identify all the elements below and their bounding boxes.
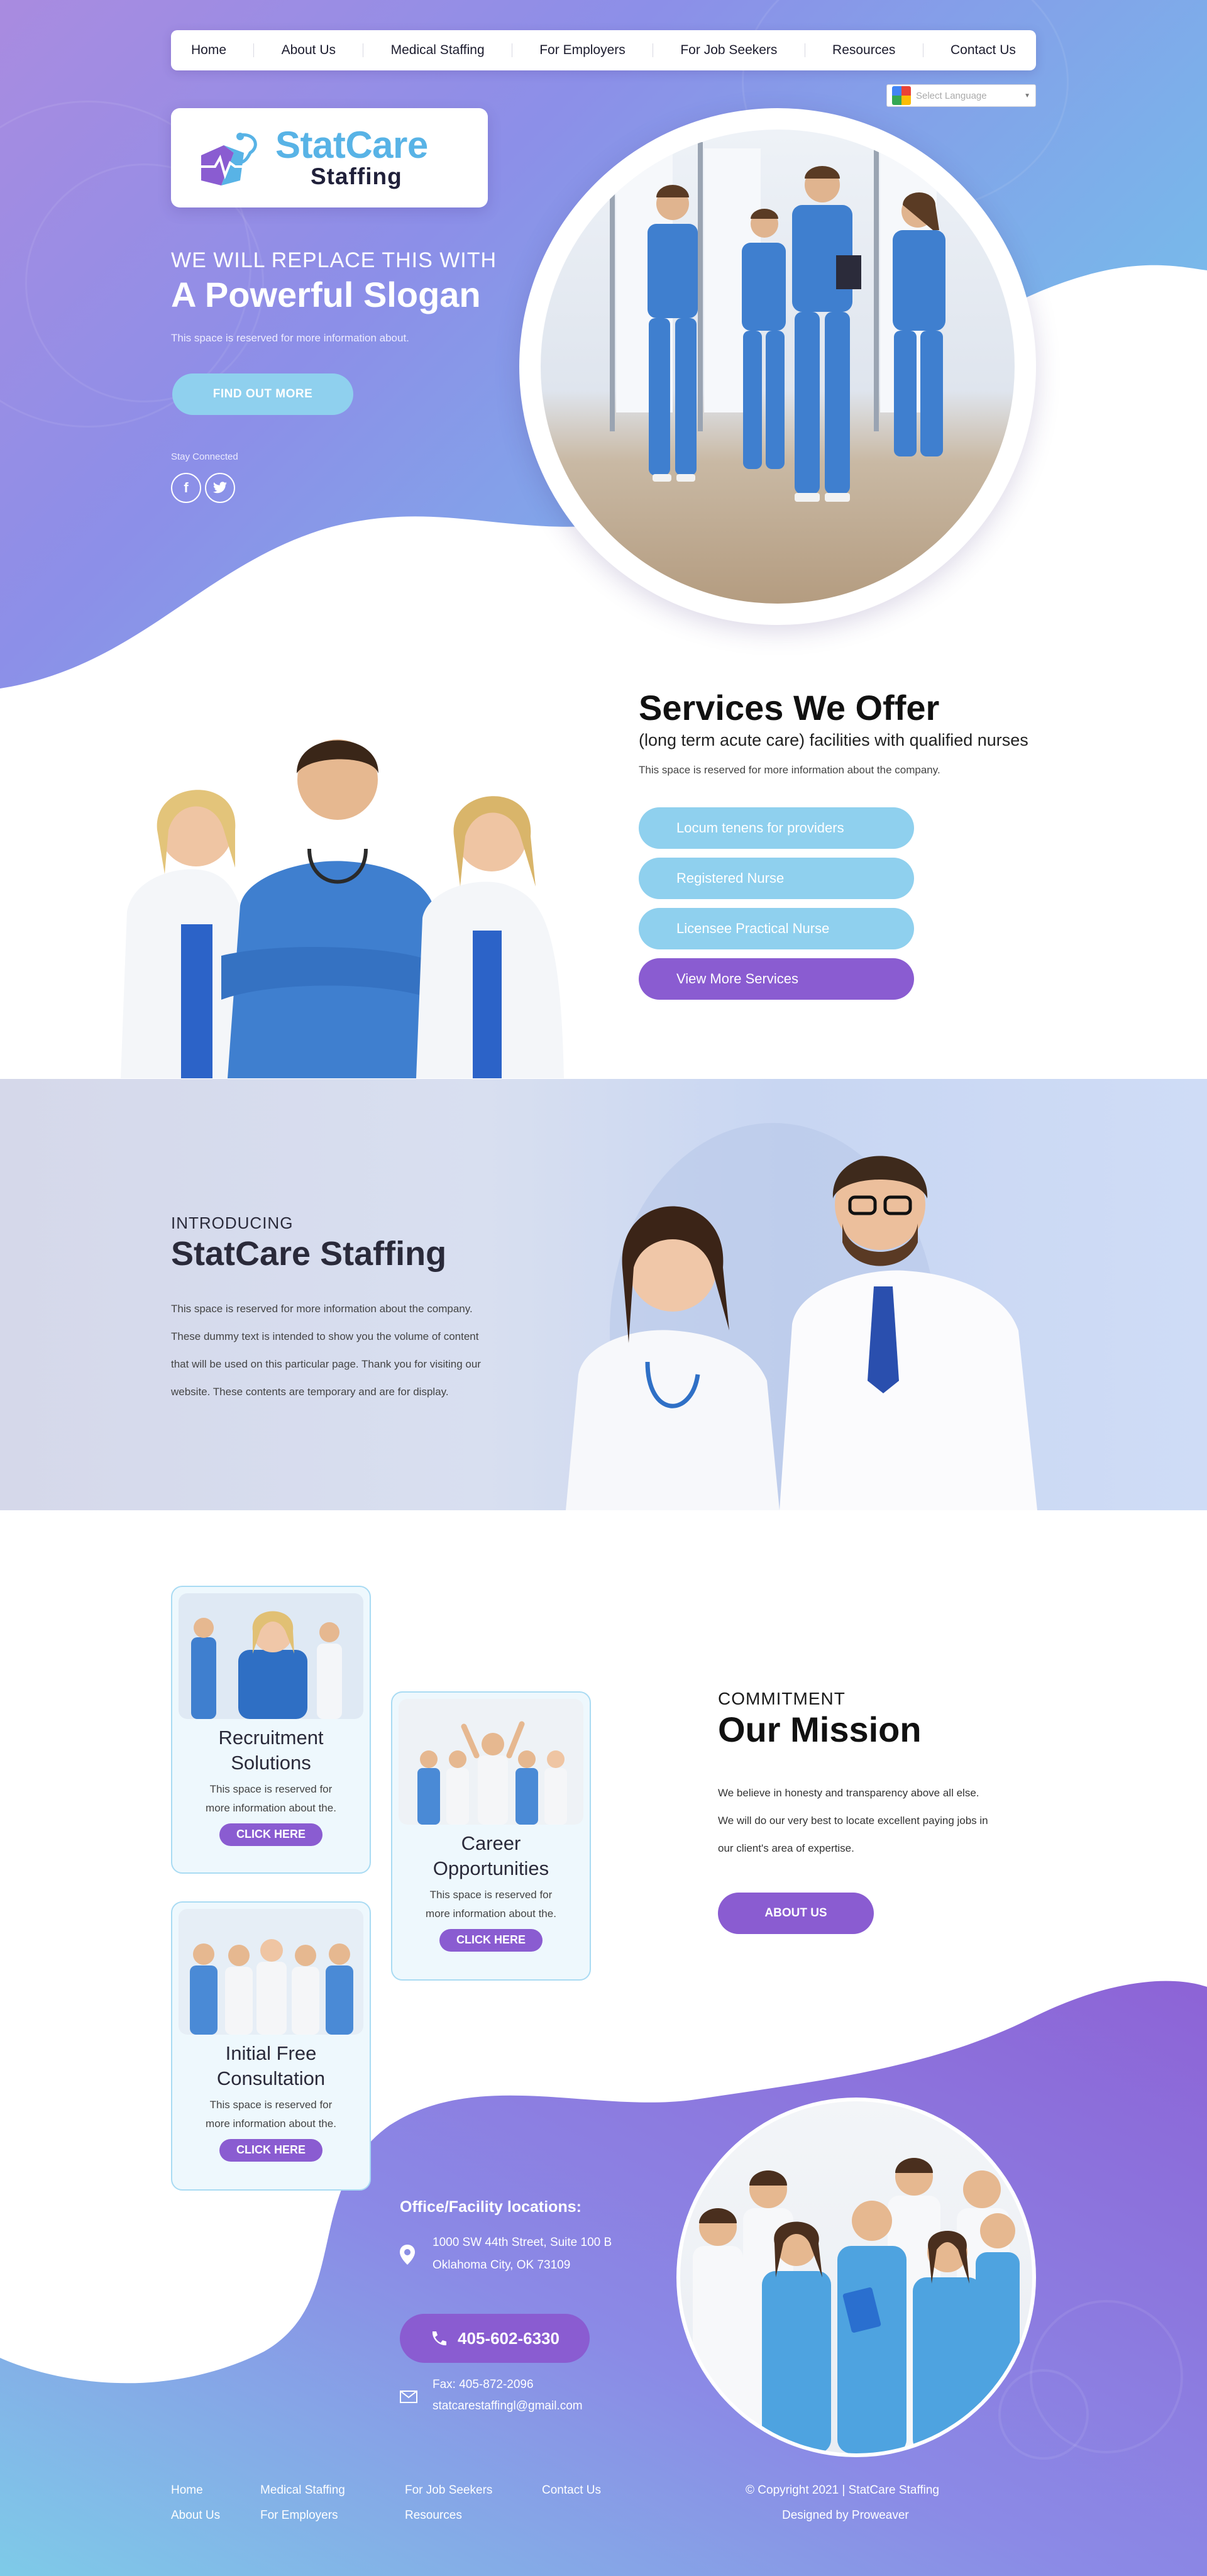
mission-text-line: We believe in honesty and transparency a…: [718, 1787, 979, 1799]
footer-team-photo: [680, 2101, 1032, 2453]
logo-name-line1: StatCare: [275, 123, 428, 166]
card-description-line: This space is reserved for: [209, 1783, 333, 1795]
nav-medical-staffing[interactable]: Medical Staffing: [391, 43, 485, 58]
card-title-line: Solutions: [231, 1752, 311, 1774]
address-line: 1000 SW 44th Street, Suite 100 B: [433, 2236, 612, 2249]
nav-about-us[interactable]: About Us: [282, 43, 336, 58]
intro-text-line: This space is reserved for more informat…: [171, 1303, 473, 1315]
nav-for-employers[interactable]: For Employers: [539, 43, 626, 58]
footer-link-home[interactable]: Home: [171, 2484, 203, 2497]
find-out-more-button[interactable]: FIND OUT MORE: [172, 373, 353, 415]
location-pin-icon: [400, 2245, 415, 2265]
site-logo[interactable]: StatCare Staffing: [171, 108, 488, 207]
card-title-line: Consultation: [216, 2067, 326, 2090]
phone-number: 405-602-6330: [458, 2328, 559, 2348]
service-button-registered-nurse[interactable]: Registered Nurse: [639, 858, 914, 899]
card-description-line: more information about the.: [426, 1908, 556, 1920]
twitter-icon[interactable]: [205, 473, 235, 503]
click-here-button[interactable]: CLICK HERE: [219, 1823, 322, 1846]
hero-description: This space is reserved for more informat…: [171, 332, 409, 344]
language-select[interactable]: Select Language ▼: [886, 84, 1036, 107]
card-photo: [179, 1593, 363, 1719]
card-title-line: Career: [461, 1832, 521, 1854]
click-here-button[interactable]: CLICK HERE: [219, 2138, 322, 2162]
chevron-down-icon: ▼: [1024, 92, 1030, 99]
mission-text-line: our client's area of expertise.: [718, 1842, 854, 1854]
card-career-opportunities: Career Opportunities This space is reser…: [391, 1691, 591, 1981]
service-button-locum-tenens[interactable]: Locum tenens for providers: [639, 807, 914, 849]
services-title: Services We Offer: [639, 688, 940, 727]
google-translate-icon: [892, 86, 911, 105]
services-subtitle: (long term acute care) facilities with q…: [639, 731, 1028, 749]
footer-link-resources[interactable]: Resources: [405, 2509, 462, 2523]
stay-connected-label: Stay Connected: [171, 451, 238, 462]
card-title-line: Opportunities: [433, 1857, 549, 1880]
intro-text-line: website. These contents are temporary an…: [171, 1386, 449, 1398]
designed-by-link[interactable]: Designed by Proweaver: [782, 2509, 909, 2523]
mission-text-line: We will do our very best to locate excel…: [718, 1815, 988, 1827]
card-recruitment-solutions: Recruitment Solutions This space is rese…: [171, 1586, 371, 1874]
mail-icon: [400, 2391, 417, 2403]
logo-mark-icon: [200, 133, 257, 185]
footer-link-medical-staffing[interactable]: Medical Staffing: [260, 2484, 345, 2497]
nav-resources[interactable]: Resources: [832, 43, 895, 58]
footer-link-about-us[interactable]: About Us: [171, 2509, 220, 2523]
email-link[interactable]: statcarestaffingl@gmail.com: [433, 2399, 583, 2413]
about-us-button[interactable]: ABOUT US: [718, 1893, 874, 1934]
phone-button[interactable]: 405-602-6330: [400, 2314, 590, 2363]
hero-title: A Powerful Slogan: [171, 275, 481, 314]
card-initial-free-consultation: Initial Free Consultation This space is …: [171, 1901, 371, 2191]
view-more-services-button[interactable]: View More Services: [639, 958, 914, 1000]
nav-divider: [253, 43, 255, 57]
card-photo: [399, 1699, 583, 1825]
footer-link-for-employers[interactable]: For Employers: [260, 2509, 338, 2523]
intro-pretitle: INTRODUCING: [171, 1213, 294, 1232]
intro-text-line: that will be used on this particular pag…: [171, 1358, 481, 1370]
mission-title: Our Mission: [718, 1710, 922, 1749]
facebook-icon[interactable]: f: [171, 473, 201, 503]
card-description-line: more information about the.: [206, 1802, 336, 1815]
top-navigation: Home About Us Medical Staffing For Emplo…: [171, 30, 1036, 70]
services-description: This space is reserved for more informat…: [639, 764, 940, 776]
hero-photo: [541, 130, 1015, 604]
mission-pretitle: COMMITMENT: [718, 1689, 846, 1708]
language-select-label: Select Language: [916, 90, 987, 101]
click-here-button[interactable]: CLICK HERE: [439, 1928, 543, 1952]
copyright-text: © Copyright 2021 | StatCare Staffing: [746, 2484, 939, 2497]
hero-pretitle: WE WILL REPLACE THIS WITH: [171, 248, 497, 272]
fax-number: Fax: 405-872-2096: [433, 2378, 534, 2391]
card-description-line: This space is reserved for: [429, 1888, 553, 1901]
nav-for-job-seekers[interactable]: For Job Seekers: [680, 43, 777, 58]
service-button-licensed-practical-nurse[interactable]: Licensee Practical Nurse: [639, 908, 914, 949]
logo-name-line2: Staffing: [311, 163, 402, 189]
card-title-line: Recruitment: [218, 1727, 324, 1749]
intro-section: [0, 1079, 1207, 1510]
nav-contact-us[interactable]: Contact Us: [951, 43, 1016, 58]
intro-title: StatCare Staffing: [171, 1235, 447, 1273]
card-description-line: more information about the.: [206, 2118, 336, 2130]
footer-link-contact-us[interactable]: Contact Us: [542, 2484, 601, 2497]
phone-icon: [432, 2331, 447, 2346]
nav-home[interactable]: Home: [191, 43, 226, 58]
footer-link-for-job-seekers[interactable]: For Job Seekers: [405, 2484, 492, 2497]
card-description-line: This space is reserved for: [209, 2098, 333, 2111]
services-team-photo: [121, 739, 564, 1078]
logo-wordmark: StatCare Staffing: [275, 126, 428, 190]
locations-title: Office/Facility locations:: [400, 2198, 581, 2216]
address-line: Oklahoma City, OK 73109: [433, 2258, 571, 2272]
intro-text-line: These dummy text is intended to show you…: [171, 1330, 479, 1342]
card-title-line: Initial Free: [225, 2042, 317, 2064]
card-photo: [179, 1909, 363, 2035]
